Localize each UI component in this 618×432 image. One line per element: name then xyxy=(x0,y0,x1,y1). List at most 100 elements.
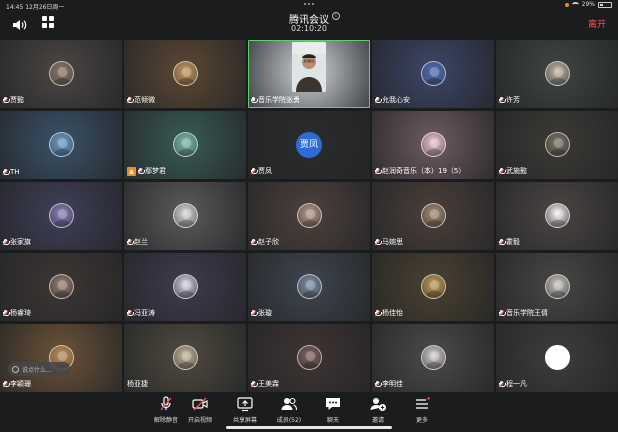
avatar xyxy=(545,274,570,299)
members-button[interactable]: 成员(52) xyxy=(269,396,309,426)
participant-name: 程一凡 xyxy=(506,380,527,388)
participant-tile[interactable]: 马婉思 xyxy=(372,182,494,250)
participant-name-tag: 赵兰 xyxy=(126,237,148,247)
avatar xyxy=(421,203,446,228)
participant-tile[interactable]: 李明佳 xyxy=(372,324,494,392)
avatar xyxy=(173,203,198,228)
mic-muted-icon xyxy=(2,309,10,317)
share-screen-button[interactable]: 共享屏幕 xyxy=(225,396,265,426)
toolbar-label: 聊天 xyxy=(326,417,339,424)
mic-muted-icon xyxy=(498,96,506,104)
mic-muted-icon xyxy=(126,96,134,104)
participant-tile[interactable]: 冯亚涛 xyxy=(124,253,246,321)
participant-name-tag: 霍毅 xyxy=(498,237,520,247)
participant-name: 赵润奇音乐（本）19（5） xyxy=(382,167,466,175)
mic-muted-icon xyxy=(250,380,258,388)
participant-name-tag: 贾懿 xyxy=(2,95,24,105)
participant-name-tag: 音乐学院王倩 xyxy=(498,308,548,318)
more-button[interactable]: 更多 xyxy=(402,396,442,426)
participant-tile[interactable]: 杨佳怡 xyxy=(372,253,494,321)
participant-tile[interactable]: 张家旗 xyxy=(0,182,122,250)
camera-off-icon xyxy=(191,396,209,412)
participant-name: TH xyxy=(10,168,20,176)
participant-name: 杨佳怡 xyxy=(382,309,403,317)
participant-tile[interactable]: ▲ 鄢梦君 xyxy=(124,111,246,179)
mic-muted-icon xyxy=(157,396,175,412)
mic-muted-icon xyxy=(250,167,258,175)
chat-icon xyxy=(324,396,342,412)
participant-tile[interactable]: 贾凤 贾凤 xyxy=(248,111,370,179)
participant-tile[interactable]: 程一凡 xyxy=(496,324,618,392)
participant-name-tag: 李明佳 xyxy=(374,379,403,389)
participant-name: 武施懿 xyxy=(506,167,527,175)
avatar xyxy=(421,274,446,299)
participant-tile[interactable]: 音乐学院张勇 xyxy=(248,40,370,108)
participant-name-tag: 范倾微 xyxy=(126,95,155,105)
invite-button[interactable]: 邀请 xyxy=(358,396,398,426)
mic-muted-icon xyxy=(250,238,258,246)
participant-name: 杨睿琦 xyxy=(10,309,31,317)
avatar xyxy=(49,132,74,157)
toolbar-label: 共享屏幕 xyxy=(232,417,257,424)
participant-name: 冯亚涛 xyxy=(134,309,155,317)
info-icon[interactable]: i xyxy=(332,12,340,20)
participant-tile[interactable]: 武施懿 xyxy=(496,111,618,179)
avatar xyxy=(173,132,198,157)
mic-muted-icon xyxy=(498,309,506,317)
participant-name: 张璇 xyxy=(258,309,272,317)
participant-tile[interactable]: 张璇 xyxy=(248,253,370,321)
participant-tile[interactable]: 音乐学院王倩 xyxy=(496,253,618,321)
participant-tile[interactable]: 贾懿 xyxy=(0,40,122,108)
participant-name: 马婉思 xyxy=(382,238,403,246)
participant-name-tag: 赵子欣 xyxy=(250,237,279,247)
participant-name-tag: 贾凤 xyxy=(250,166,272,176)
participant-name-tag: 程一凡 xyxy=(498,379,527,389)
avatar xyxy=(173,61,198,86)
participant-name: 李明佳 xyxy=(382,380,403,388)
camera-off-button[interactable]: 开启视频 xyxy=(180,396,220,426)
participant-name: 鄢梦君 xyxy=(145,167,166,175)
participant-name: 霍毅 xyxy=(506,238,520,246)
mic-muted-icon xyxy=(2,96,10,104)
toolbar-label: 更多 xyxy=(415,417,428,424)
participant-tile[interactable]: 范倾微 xyxy=(124,40,246,108)
mic-muted-icon xyxy=(498,238,506,246)
participant-tile[interactable]: 杨亚捷 xyxy=(124,324,246,392)
participant-name-tag: 赵润奇音乐（本）19（5） xyxy=(374,166,466,176)
participant-name: 音乐学院张勇 xyxy=(258,96,300,104)
participant-name-tag: 冯亚涛 xyxy=(126,308,155,318)
chat-button[interactable]: 聊天 xyxy=(313,396,353,426)
participant-tile[interactable]: 赵子欣 xyxy=(248,182,370,250)
avatar xyxy=(545,61,570,86)
participant-name: 张家旗 xyxy=(10,238,31,246)
video-feed xyxy=(292,42,326,92)
leave-button[interactable]: 离开 xyxy=(588,17,606,30)
participant-name-tag: ▲ 鄢梦君 xyxy=(127,166,166,176)
participant-tile[interactable]: 霍毅 xyxy=(496,182,618,250)
screen-share-icon: ▲ xyxy=(127,166,136,176)
participant-tile[interactable]: 赵兰 xyxy=(124,182,246,250)
participant-tile[interactable]: 李颖珊 xyxy=(0,324,122,392)
participant-name-tag: 许芳 xyxy=(498,95,520,105)
participant-tile[interactable]: 允我心安 xyxy=(372,40,494,108)
participant-tile[interactable]: TH xyxy=(0,111,122,179)
mic-muted-icon xyxy=(2,380,10,388)
members-icon xyxy=(280,396,298,412)
participant-name-tag: 王美霖 xyxy=(250,379,279,389)
participant-name: 赵兰 xyxy=(134,238,148,246)
participant-name: 允我心安 xyxy=(382,96,410,104)
participant-tile[interactable]: 王美霖 xyxy=(248,324,370,392)
meeting-timer: 02:10:20 xyxy=(291,24,327,33)
avatar xyxy=(297,203,322,228)
meeting-header: 腾讯会议 i 02:10:20 离开 xyxy=(0,0,618,40)
participant-tile[interactable]: 杨睿琦 xyxy=(0,253,122,321)
participant-name: 贾凤 xyxy=(258,167,272,175)
multitask-dots-icon[interactable] xyxy=(300,3,318,5)
chat-input[interactable]: 说点什么... xyxy=(8,362,70,376)
participant-tile[interactable]: 赵润奇音乐（本）19（5） xyxy=(372,111,494,179)
mic-muted-icon xyxy=(498,380,506,388)
participant-name: 赵子欣 xyxy=(258,238,279,246)
participant-tile[interactable]: 许芳 xyxy=(496,40,618,108)
mic-muted-icon xyxy=(498,167,506,175)
participant-grid: 贾懿 范倾微 音乐学院张勇 允我心安 许芳 TH ▲ 鄢梦君 贾凤 贾凤赵润奇音乐（本）19（5）… xyxy=(0,40,618,392)
